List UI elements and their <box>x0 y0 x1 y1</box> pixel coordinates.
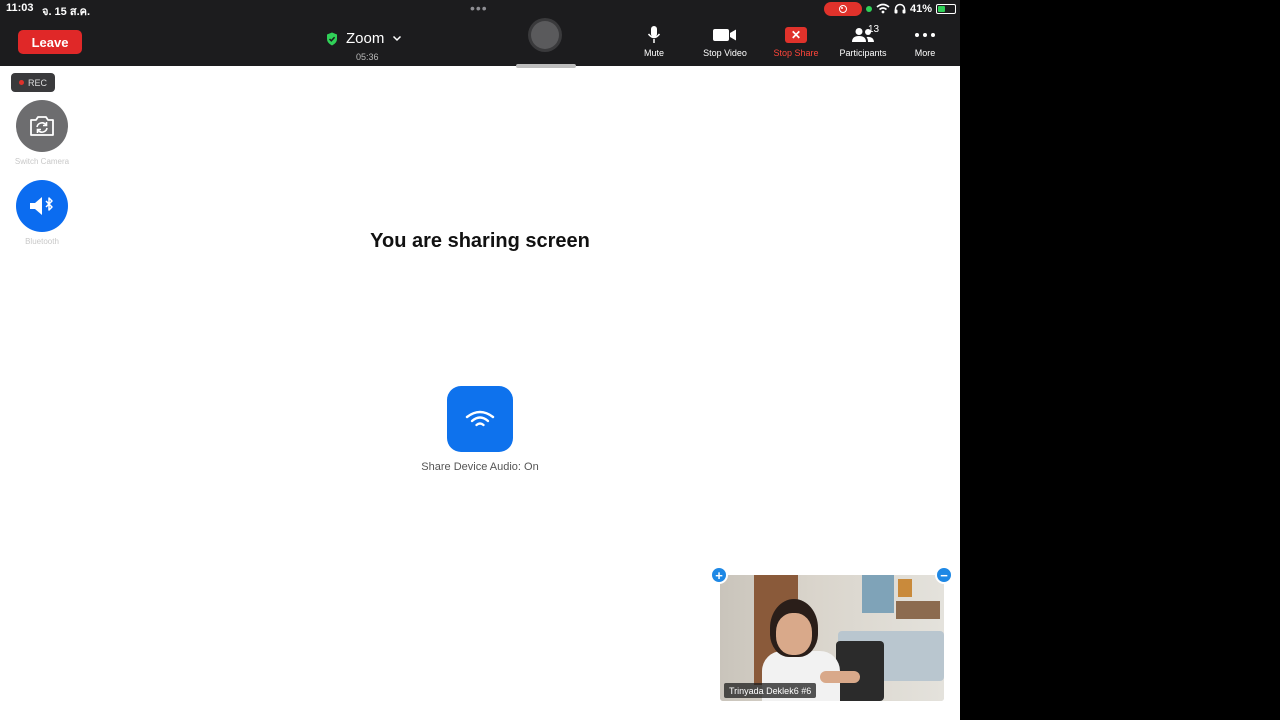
person-arm <box>820 671 860 683</box>
meeting-toolbar: 11:03 จ. 15 ส.ค. ••• 41% Leave Zoom 05:3… <box>0 0 960 68</box>
sharing-status-title: You are sharing screen <box>370 230 590 252</box>
shelf <box>896 601 940 619</box>
mute-button[interactable]: Mute <box>619 24 689 58</box>
stop-share-button[interactable]: ✕ Stop Share <box>761 24 831 58</box>
wall-poster <box>898 579 912 597</box>
leave-button[interactable]: Leave <box>18 30 82 54</box>
recording-badge: REC <box>11 73 55 92</box>
letterbox-area <box>960 0 1280 720</box>
switch-camera-button[interactable] <box>16 100 68 152</box>
battery-icon <box>936 3 956 14</box>
rec-label: REC <box>27 77 47 88</box>
participant-name-tag: Trinyada Deklek6 #6 <box>724 683 817 698</box>
more-label: More <box>914 48 936 58</box>
self-video-thumbnail[interactable]: Trinyada Deklek6 #6 <box>720 575 944 701</box>
share-device-audio-label: Share Device Audio: On <box>421 461 539 473</box>
share-device-audio-button[interactable] <box>447 386 513 452</box>
status-date: จ. 15 ส.ค. <box>42 6 91 18</box>
video-camera-icon <box>713 29 736 41</box>
recording-dot-icon <box>18 80 24 85</box>
stop-video-label: Stop Video <box>703 48 747 58</box>
status-icons: 41% <box>823 1 956 16</box>
status-time: 11:03 <box>6 2 34 14</box>
stop-share-icon: ✕ <box>785 27 807 43</box>
stop-share-label: Stop Share <box>773 48 819 58</box>
battery-percent: 41% <box>909 2 932 15</box>
wifi-icon <box>876 3 890 14</box>
screen-recording-icon <box>823 1 862 16</box>
front-camera-dot <box>528 18 562 52</box>
stop-video-button[interactable]: Stop Video <box>690 24 760 58</box>
camera-in-use-icon <box>865 5 872 12</box>
shield-check-icon <box>327 32 337 45</box>
audio-waves-icon <box>465 410 495 427</box>
microphone-icon <box>647 26 661 43</box>
headphones-icon <box>894 3 906 14</box>
more-dots-icon <box>915 33 935 37</box>
chevron-down-icon <box>393 35 402 42</box>
meeting-title-dropdown[interactable]: Zoom <box>326 30 402 47</box>
participants-label: Participants <box>839 48 887 58</box>
bluetooth-audio-button[interactable] <box>16 180 68 232</box>
speaker-bluetooth-icon <box>30 197 53 215</box>
mute-label: Mute <box>643 48 664 58</box>
more-button[interactable]: More <box>890 24 960 58</box>
multitasking-dots-icon[interactable]: ••• <box>470 0 488 16</box>
participants-button[interactable]: 13 Participants <box>828 24 898 58</box>
meeting-timer: 05:36 <box>356 52 379 62</box>
drag-handle[interactable] <box>516 64 576 68</box>
participants-count: 13 <box>868 24 880 35</box>
minimize-thumbnail-button[interactable]: − <box>935 566 953 584</box>
person-face <box>776 613 812 655</box>
wall-poster <box>862 575 894 613</box>
switch-camera-icon <box>30 116 54 136</box>
share-screen: 11:03 จ. 15 ส.ค. ••• 41% Leave Zoom 05:3… <box>0 0 960 720</box>
meeting-title: Zoom <box>346 30 385 47</box>
expand-thumbnail-button[interactable]: + <box>710 566 728 584</box>
switch-camera-label: Switch Camera <box>14 157 70 166</box>
